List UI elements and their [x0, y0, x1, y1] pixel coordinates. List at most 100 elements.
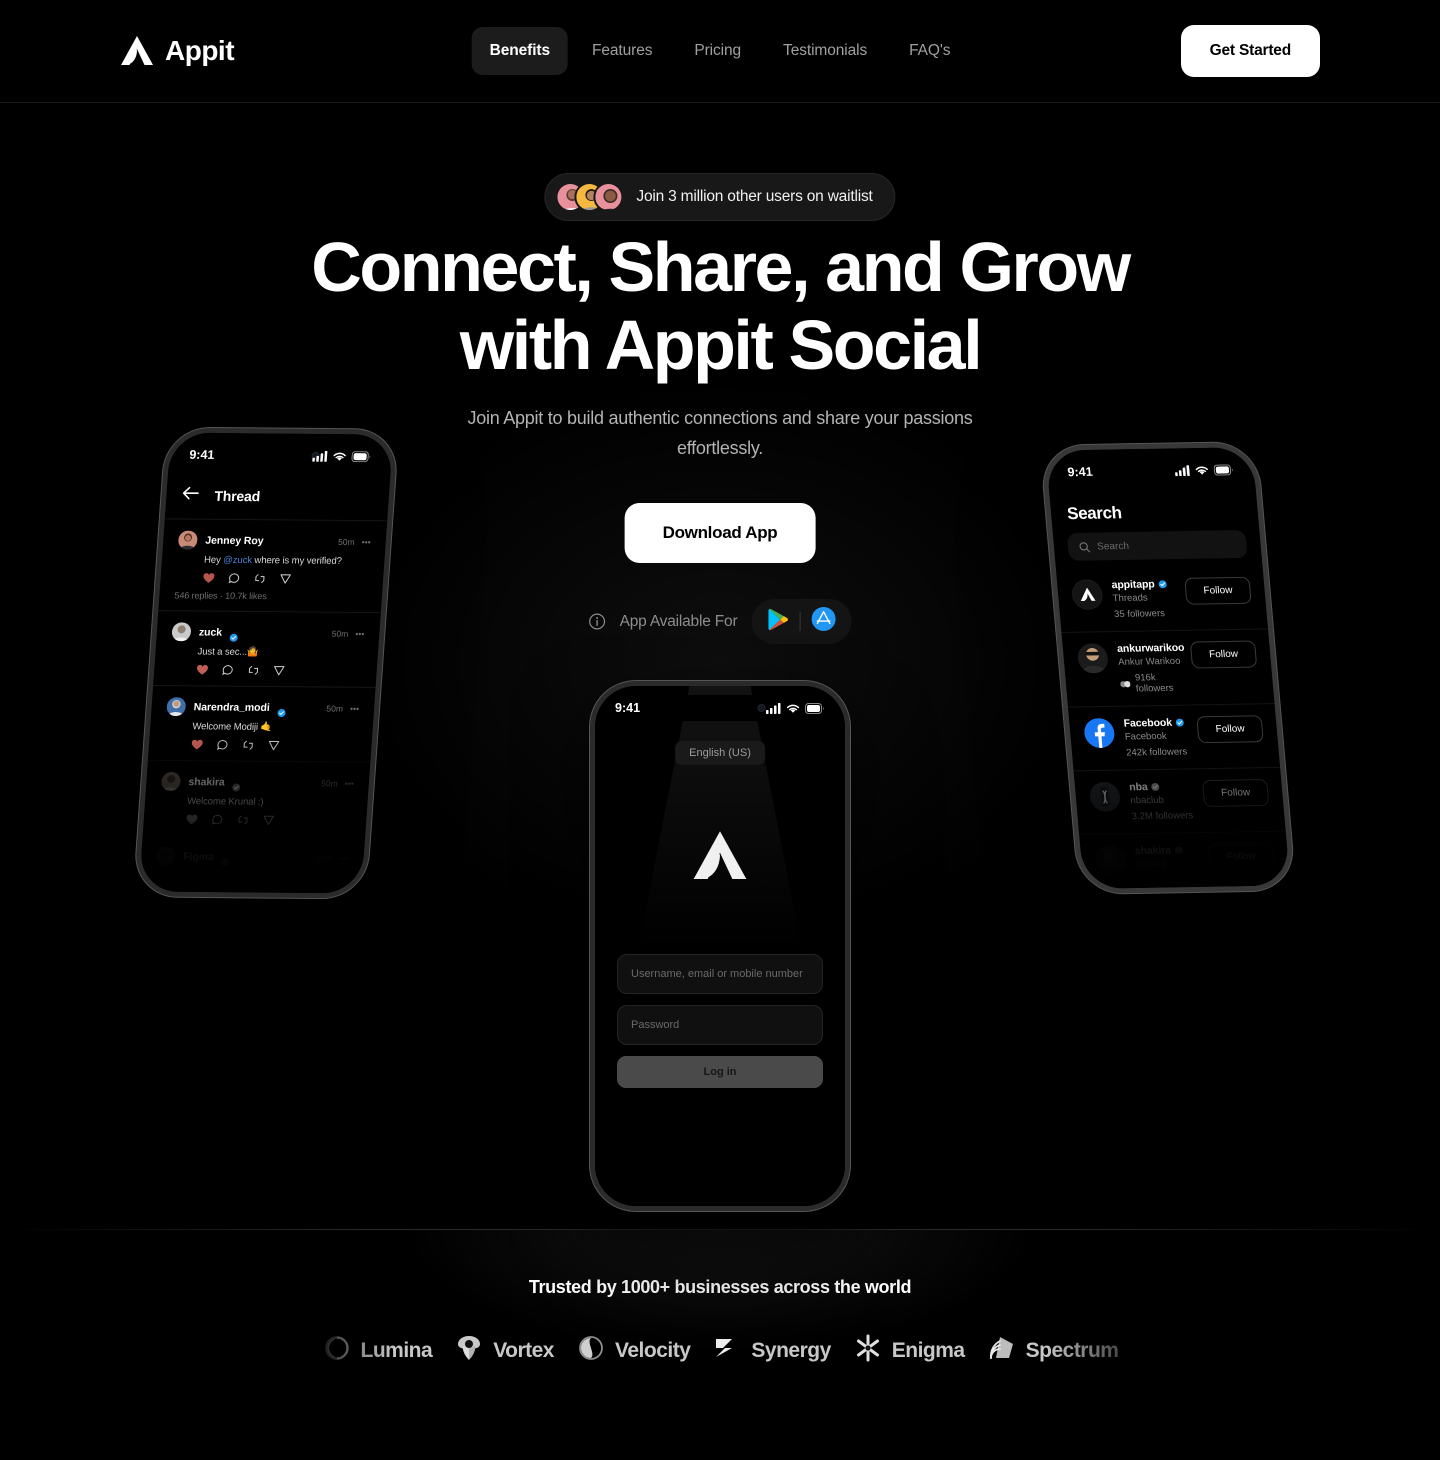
avatar — [166, 697, 187, 717]
search-result-row[interactable]: appitapp Threads 35 followers Follow — [1055, 565, 1269, 633]
thread-post[interactable]: Narendra_modi 50m ••• Welcome Modiji 🤙 — [147, 684, 376, 762]
nav-link-features[interactable]: Features — [574, 27, 670, 75]
phone-mute-switch — [155, 510, 162, 535]
post-text: Welcome Modiji 🤙 — [191, 721, 273, 733]
search-result-fullname: Facebook — [1124, 730, 1168, 743]
phone-mockup-left: 9:41 Thread Jenney Roy 50m ••• Hey @zuck… — [133, 427, 399, 899]
waitlist-pill[interactable]: Join 3 million other users on waitlist — [544, 173, 896, 221]
post-stats: 546 replies · 10.7k likes — [174, 590, 268, 602]
share-icon[interactable] — [280, 573, 292, 584]
store-divider — [799, 612, 801, 631]
password-placeholder: Password — [631, 1019, 680, 1031]
post-mention[interactable]: @zuck — [223, 555, 253, 566]
search-result-row[interactable]: ankurwarikoo Ankur Warikoo 916k follower… — [1061, 629, 1275, 708]
more-options-icon[interactable]: ••• — [361, 537, 371, 547]
repost-icon[interactable] — [242, 740, 255, 751]
thread-post[interactable]: Jenney Roy 50m ••• Hey @zuck where is my… — [158, 518, 388, 613]
search-result-handle: appitapp — [1111, 578, 1175, 591]
avatar — [593, 182, 624, 212]
back-arrow-icon[interactable] — [182, 486, 199, 505]
post-meta: 50m ••• — [326, 703, 359, 713]
synergy-icon — [712, 1333, 742, 1368]
more-options-icon[interactable]: ••• — [355, 628, 365, 638]
google-play-icon[interactable] — [767, 608, 788, 636]
post-author: zuck — [198, 625, 223, 639]
search-input[interactable]: Search — [1066, 529, 1248, 561]
post-meta: 50m ••• — [338, 536, 371, 546]
follow-button[interactable]: Follow — [1184, 576, 1252, 605]
status-bar: 9:41 — [168, 433, 393, 479]
follow-button[interactable]: Follow — [1189, 640, 1258, 669]
search-page-title: Search — [1066, 503, 1123, 524]
app-store-icon[interactable] — [811, 607, 836, 636]
screen-fade — [138, 771, 370, 894]
thread-title: Thread — [213, 487, 261, 505]
repost-icon[interactable] — [247, 665, 260, 676]
like-icon[interactable] — [196, 664, 209, 675]
hero-section: Join 3 million other users on waitlist C… — [0, 103, 1440, 1229]
brand-logo-velocity: Velocity — [576, 1333, 691, 1368]
follow-button[interactable]: Follow — [1196, 715, 1264, 744]
comment-icon[interactable] — [222, 665, 234, 676]
battery-icon — [805, 702, 824, 714]
brand-name-lumina: Lumina — [360, 1338, 433, 1362]
repost-icon[interactable] — [253, 573, 266, 584]
post-time: 50m — [337, 536, 356, 547]
username-placeholder: Username, email or mobile number — [631, 968, 803, 980]
handle-text: appitapp — [1111, 578, 1156, 592]
login-button[interactable]: Log in — [617, 1056, 823, 1088]
nav-link-pricing[interactable]: Pricing — [676, 27, 759, 75]
phone-mockup-center: 9:41 English (US) Username, email or mob… — [590, 681, 850, 1211]
comment-icon[interactable] — [216, 739, 229, 751]
comment-icon[interactable] — [228, 573, 240, 584]
more-options-icon[interactable]: ••• — [350, 703, 360, 713]
username-field[interactable]: Username, email or mobile number — [617, 954, 823, 994]
brand-name-enigma: Enigma — [891, 1338, 965, 1362]
battery-icon — [1213, 463, 1233, 476]
cellular-signal-icon — [312, 450, 328, 462]
search-result-followers: 242k followers — [1125, 746, 1188, 759]
brand-logo-strip: Lumina Vortex Velocity Synergy Enigma Sp… — [280, 1333, 1160, 1368]
hero-subtitle: Join Appit to build authentic connection… — [450, 403, 990, 463]
headline-line-1: Connect, Share, and Grow — [311, 228, 1131, 306]
brand-name-synergy: Synergy — [751, 1338, 831, 1362]
post-actions — [191, 739, 357, 751]
avatar — [177, 530, 199, 550]
nav-link-benefits[interactable]: Benefits — [471, 27, 568, 75]
handle-text: Facebook — [1123, 716, 1173, 730]
language-selector[interactable]: English (US) — [675, 741, 765, 765]
appit-logo-icon — [120, 36, 154, 66]
search-result-fullname: Ankur Warikoo — [1117, 655, 1181, 668]
brand-logo[interactable]: Appit — [120, 35, 235, 67]
nav-link-faqs[interactable]: FAQ's — [891, 27, 968, 75]
thread-post[interactable]: zuck 50m ••• Just a sec...🤷 — [153, 610, 381, 687]
verified-badge-icon — [1188, 643, 1189, 652]
like-icon[interactable] — [202, 573, 215, 584]
like-icon[interactable] — [191, 739, 204, 750]
phone-left-screen: 9:41 Thread Jenney Roy 50m ••• Hey @zuck… — [138, 432, 394, 894]
get-started-button[interactable]: Get Started — [1180, 25, 1320, 77]
lumina-icon — [322, 1333, 352, 1368]
verified-badge-icon — [1158, 580, 1167, 589]
page-title: Connect, Share, and Grow with Appit Soci… — [0, 228, 1440, 384]
brand-name-velocity: Velocity — [615, 1338, 691, 1362]
share-icon[interactable] — [273, 665, 285, 676]
handle-text: ankurwarikoo — [1116, 641, 1185, 655]
app-availability: App Available For — [589, 599, 852, 644]
status-time: 9:41 — [188, 447, 215, 462]
post-text-post: where is my verified? — [251, 555, 343, 567]
nav-link-testimonials[interactable]: Testimonials — [765, 27, 885, 75]
search-result-handle: Facebook — [1123, 717, 1187, 730]
post-author: Jenney Roy — [205, 534, 264, 547]
download-app-button[interactable]: Download App — [624, 503, 816, 563]
brand-name: Appit — [165, 35, 235, 66]
post-text: Hey @zuck where is my verified? — [204, 555, 370, 567]
status-bar: 9:41 — [595, 686, 845, 730]
search-result-fullname: Threads — [1112, 592, 1149, 605]
post-actions — [196, 664, 362, 676]
appit-logo-icon — [692, 831, 748, 881]
password-field[interactable]: Password — [617, 1005, 823, 1045]
search-result-row[interactable]: Facebook Facebook 242k followers Follow — [1068, 704, 1281, 772]
thread-header: Thread — [165, 476, 390, 520]
share-icon[interactable] — [268, 740, 280, 751]
